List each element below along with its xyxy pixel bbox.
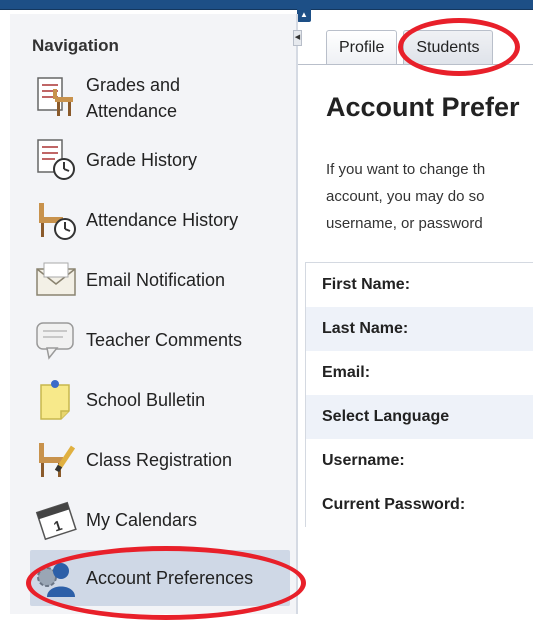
description-line: username, or password	[326, 215, 483, 232]
account-form: First Name: Last Name: Email: Select Lan…	[305, 262, 533, 527]
form-label-last-name: Last Name:	[306, 307, 533, 351]
sidebar-item-grades-and-attendance[interactable]: Grades and Attendance	[30, 70, 288, 126]
highlight-ring-students-tab	[398, 18, 520, 76]
sidebar-item-teacher-comments[interactable]: Teacher Comments	[30, 312, 288, 368]
form-label-current-password: Current Password:	[322, 496, 466, 513]
sidebar-item-label: Teacher Comments	[86, 329, 243, 350]
sidebar-item-email-notification[interactable]: Email Notification	[30, 252, 288, 308]
tab-profile[interactable]: Profile	[326, 30, 398, 64]
page-title: Account Prefer	[326, 92, 520, 122]
highlight-ring-account-preferences	[26, 546, 306, 620]
envelope-icon	[30, 254, 82, 306]
sidebar-item-label: School Bulletin	[86, 389, 206, 410]
form-label-email: Email:	[322, 364, 371, 381]
sidebar-item-label: Email Notification	[86, 269, 226, 290]
sidebar-divider	[296, 14, 298, 614]
sidebar-item-label: Grade History	[86, 149, 198, 170]
form-label-username: Username:	[322, 452, 405, 469]
gradebook-chair-icon	[30, 72, 82, 124]
sidebar-item-class-registration[interactable]: Class Registration	[30, 432, 288, 488]
navigation-heading: Navigation	[32, 36, 119, 55]
form-label-select-language: Select Language	[306, 395, 533, 439]
calendar-icon: 1	[30, 494, 82, 546]
chair-pencil-icon	[30, 434, 82, 486]
chair-clock-icon	[30, 194, 82, 246]
sticky-note-pin-icon	[30, 374, 82, 426]
sidebar-item-label: Grades and	[86, 74, 181, 95]
collapse-header-button[interactable]: ▲	[297, 8, 311, 22]
gradebook-clock-icon	[30, 134, 82, 186]
sidebar-item-label: Class Registration	[86, 449, 233, 470]
sidebar-item-grade-history[interactable]: Grade History	[30, 132, 288, 188]
top-header-bar	[0, 0, 533, 10]
navigation-sidebar: Navigation Grades and Attendance Grade H…	[10, 14, 298, 614]
sidebar-item-label: Attendance History	[86, 209, 239, 230]
sidebar-item-school-bulletin[interactable]: School Bulletin	[30, 372, 288, 428]
sidebar-item-attendance-history[interactable]: Attendance History	[30, 192, 288, 248]
sidebar-item-label: My Calendars	[86, 509, 198, 530]
speech-bubble-icon	[30, 314, 82, 366]
sidebar-item-my-calendars[interactable]: 1 My Calendars	[30, 492, 288, 548]
sidebar-item-label: Attendance	[86, 101, 178, 121]
description-line: account, you may do so	[326, 188, 485, 205]
page-description: If you want to change th account, you ma…	[326, 156, 533, 237]
description-line: If you want to change th	[326, 161, 486, 178]
form-label-first-name: First Name:	[322, 276, 411, 293]
collapse-sidebar-button[interactable]: ◀	[293, 30, 302, 46]
